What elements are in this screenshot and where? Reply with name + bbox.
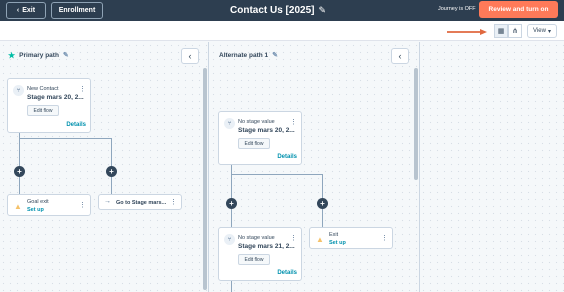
goal-exit-card[interactable]: ▲ Goal exit Set up ⋮	[7, 194, 91, 216]
connector-line	[231, 280, 232, 292]
add-step-button[interactable]: +	[317, 198, 328, 209]
collapse-primary-button[interactable]: ‹	[181, 48, 199, 64]
warning-icon: ▲	[14, 202, 22, 211]
flow-view-icon[interactable]: ⋔	[508, 24, 522, 38]
alternate-path-header: Alternate path 1 ✎	[219, 44, 278, 66]
card-subtitle: Stage mars 20, 2...	[238, 127, 295, 134]
more-options-icon[interactable]: ⋮	[290, 234, 297, 242]
more-options-icon[interactable]: ⋮	[79, 201, 86, 209]
view-toggle: ▦ ⋔	[494, 24, 523, 38]
branch-icon: ⑂	[13, 85, 24, 96]
card-title: Goal exit	[27, 199, 49, 205]
view-dropdown[interactable]: View ▾	[527, 24, 557, 38]
edit-flow-button[interactable]: Edit flow	[27, 105, 59, 116]
card-title: No stage value	[238, 235, 275, 241]
add-step-button[interactable]: +	[226, 198, 237, 209]
chevron-left-icon: ‹	[398, 51, 402, 61]
card-subtitle: Stage mars 21, 2...	[238, 243, 295, 250]
exit-button[interactable]: ‹ Exit	[6, 2, 46, 19]
card-subtitle: Stage mars 20, 2...	[27, 94, 84, 101]
star-icon: ★	[8, 50, 16, 60]
more-options-icon[interactable]: ⋮	[79, 85, 86, 93]
column-divider	[419, 42, 420, 292]
branch-icon: ⑂	[224, 118, 235, 129]
scrollbar[interactable]	[414, 68, 418, 180]
set-up-link[interactable]: Set up	[329, 240, 346, 246]
card-title: Go to Stage mars...	[116, 200, 167, 206]
connector-line	[19, 133, 20, 195]
pencil-icon[interactable]: ✎	[318, 5, 326, 16]
edit-flow-button[interactable]: Edit flow	[238, 138, 270, 149]
enrollment-button[interactable]: Enrollment	[51, 2, 103, 19]
journey-title: Contact Us [2025]	[230, 5, 315, 16]
caret-down-icon: ▾	[547, 28, 551, 35]
review-and-turn-on-button[interactable]: Review and turn on	[479, 1, 558, 18]
journey-status: Journey is OFF	[438, 6, 476, 12]
journey-title-group: Contact Us [2025] ✎	[230, 3, 360, 18]
details-link[interactable]: Details	[277, 270, 297, 276]
warning-icon: ▲	[316, 235, 324, 244]
details-link[interactable]: Details	[277, 154, 297, 160]
more-options-icon[interactable]: ⋮	[170, 198, 177, 206]
top-bar: ‹ Exit Enrollment Contact Us [2025] ✎ Jo…	[0, 0, 564, 21]
alt-stage-card-1[interactable]: ⑂ No stage value Stage mars 20, 2... ⋮ E…	[218, 111, 302, 165]
view-label: View	[533, 28, 546, 34]
enrollment-label: Enrollment	[58, 7, 96, 14]
annotation-arrow-icon	[447, 29, 487, 35]
grid-view-icon[interactable]: ▦	[494, 24, 508, 38]
scrollbar[interactable]	[203, 68, 207, 290]
add-step-button[interactable]: +	[14, 166, 25, 177]
pencil-icon[interactable]: ✎	[63, 51, 69, 59]
go-to-card[interactable]: → Go to Stage mars... ⋮	[98, 194, 182, 210]
arrow-right-icon: →	[104, 198, 111, 205]
chevron-left-icon: ‹	[188, 51, 192, 61]
alternate-path-label: Alternate path 1	[219, 51, 269, 59]
connector-line	[19, 138, 112, 139]
exit-label: Exit	[22, 7, 36, 14]
column-divider	[208, 42, 209, 292]
more-options-icon[interactable]: ⋮	[290, 118, 297, 126]
connector-line	[231, 174, 323, 175]
primary-path-label: Primary path	[19, 51, 59, 59]
more-options-icon[interactable]: ⋮	[381, 234, 388, 242]
pencil-icon[interactable]: ✎	[272, 51, 278, 59]
details-link[interactable]: Details	[66, 122, 86, 128]
set-up-link[interactable]: Set up	[27, 207, 44, 213]
card-title: No stage value	[238, 119, 275, 125]
collapse-alternate-button[interactable]: ‹	[391, 48, 409, 64]
primary-path-header: ★ Primary path ✎	[8, 44, 69, 66]
edit-flow-button[interactable]: Edit flow	[238, 254, 270, 265]
branch-icon: ⑂	[224, 234, 235, 245]
add-step-button[interactable]: +	[106, 166, 117, 177]
chevron-left-icon: ‹	[16, 7, 20, 14]
card-title: Exit	[329, 232, 339, 238]
alt-stage-card-2[interactable]: ⑂ No stage value Stage mars 21, 2... ⋮ E…	[218, 227, 302, 281]
new-contact-card[interactable]: ⑂ New Contact Stage mars 20, 2... ⋮ Edit…	[7, 78, 91, 133]
alt-exit-card[interactable]: ▲ Exit Set up ⋮	[309, 227, 393, 249]
card-title: New Contact	[27, 86, 59, 92]
review-label: Review and turn on	[488, 6, 549, 13]
